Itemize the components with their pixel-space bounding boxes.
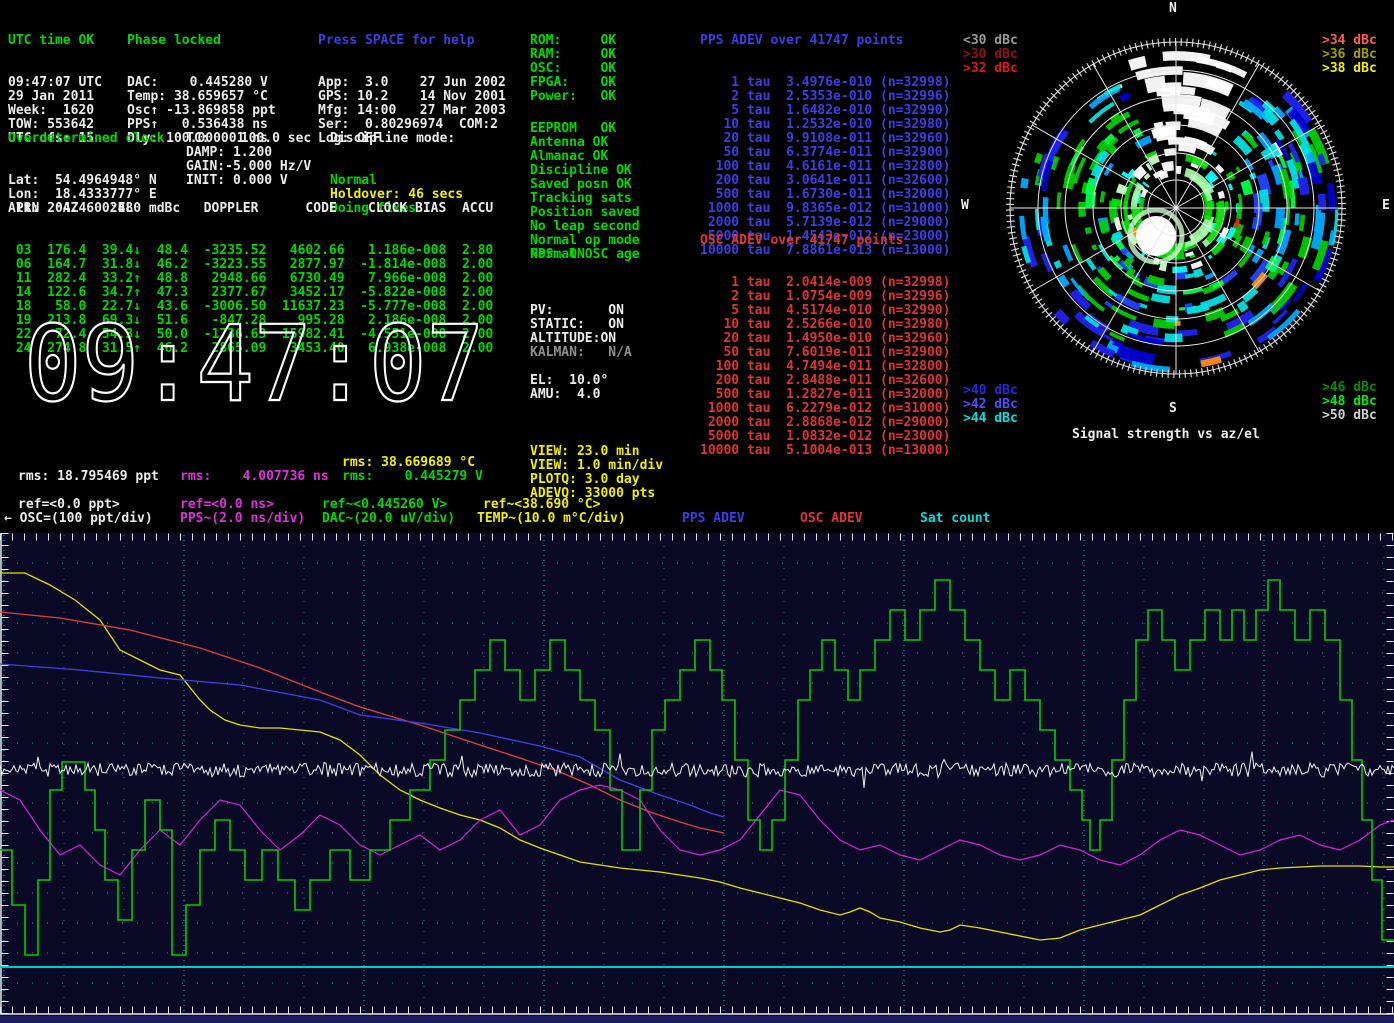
status-line: Almanac OK	[530, 150, 640, 164]
scale-osc: ← OSC=(100 ppt/div)	[4, 512, 153, 526]
pps-adev-row: 100 tau 4.6161e-011 (n=32800)	[700, 160, 950, 174]
osc-adev-row: 2000 tau 2.8868e-012 (n=29000)	[700, 416, 950, 430]
filter-line: ALTITUDE:ON	[530, 332, 632, 346]
osc-adev-table: OSC ADEV over 41747 points 1 tau 2.0414e…	[700, 206, 950, 486]
digital-clock: 09:47:07	[18, 303, 498, 418]
pps-adev-row: 20 tau 9.9108e-011 (n=32960)	[700, 132, 950, 146]
oscillator-param-line: DAMP: 1.200	[186, 146, 311, 160]
osc-adev-row: 5000 tau 1.0832e-012 (n=23000)	[700, 430, 950, 444]
view-line: VIEW: 23.0 min	[530, 445, 663, 459]
plot-legend-pps-adev: PPS ADEV	[682, 512, 745, 526]
osc-adev-row: 500 tau 1.2827e-011 (n=32000)	[700, 388, 950, 402]
utc-status-title: UTC time OK	[8, 34, 102, 48]
strip-chart-plot	[0, 533, 1394, 1023]
phase-title: Phase locked	[127, 34, 276, 48]
status-line: Saved posn OK	[530, 178, 640, 192]
osc-adev-row: 1 tau 2.0414e-009 (n=32998)	[700, 276, 950, 290]
view-line: VIEW: 1.0 min/div	[530, 459, 663, 473]
oscillator-param-line: GAIN:-5.000 Hz/V	[186, 160, 311, 174]
osc-adev-row: 200 tau 2.8488e-011 (n=32600)	[700, 374, 950, 388]
compass-label-west: W	[961, 199, 969, 213]
osc-adev-row: 10000 tau 5.1004e-013 (n=13000)	[700, 444, 950, 458]
osc-adev-row: 2 tau 1.0754e-009 (n=32996)	[700, 290, 950, 304]
scale-dac: DAC~(20.0 uV/div)	[322, 512, 455, 526]
filter-line: STATIC: ON	[530, 318, 632, 332]
sat-table-row: 11 282.4 33.2↑ 48.8 2948.66 6730.49 7.96…	[8, 272, 493, 286]
plot-legend-osc-adev: OSC ADEV	[800, 512, 863, 526]
phase-line: DAC: 0.445280 V	[127, 76, 276, 90]
rms-temp: rms: 38.669689 °C	[342, 456, 475, 470]
ref-pps: ref=<0.0 ns>	[180, 498, 274, 512]
status-line: EEPROM OK	[530, 122, 640, 136]
utc-status-line: 09:47:07 UTC	[8, 76, 102, 90]
osc-adev-row: 100 tau 4.7494e-011 (n=32800)	[700, 360, 950, 374]
sat-table-header: PRN °AZ °EL dBc DOPPLER CODE CLOCK BIAS …	[8, 202, 493, 216]
pps-adev-row: 200 tau 3.0641e-011 (n=32600)	[700, 174, 950, 188]
status-line: Tracking sats	[530, 192, 640, 206]
receiver-info-line: GPS: 10.2 14 Nov 2001	[318, 90, 506, 104]
status-line: Discipline OK	[530, 164, 640, 178]
signal-strength-polar-map	[978, 12, 1374, 408]
pps-adev-row: 50 tau 6.3774e-011 (n=32900)	[700, 146, 950, 160]
osc-adev-title: OSC ADEV over 41747 points	[700, 234, 950, 248]
rms-osc: rms: 18.795469 ppt	[18, 470, 159, 484]
status-line: Position saved	[530, 206, 640, 220]
pps-adev-row: 2 tau 2.5353e-010 (n=32996)	[700, 90, 950, 104]
dbc-legend-item: >44 dBc	[963, 412, 1018, 426]
survey-title: Overdetermined clock	[8, 132, 165, 146]
pps-status: PPS: ON	[530, 248, 585, 262]
osc-adev-row: 10 tau 2.5266e-010 (n=32980)	[700, 318, 950, 332]
pps-adev-row: 1 tau 3.4976e-010 (n=32998)	[700, 76, 950, 90]
health-line: RAM: OK	[530, 48, 616, 62]
mask-line: AMU: 4.0	[530, 388, 608, 402]
polar-caption: Signal strength vs az/el	[1072, 428, 1260, 442]
status-line: Antenna OK	[530, 136, 640, 150]
compass-label-east: E	[1382, 199, 1390, 213]
discipline-title: Discipline mode:	[330, 132, 463, 146]
lady-heather-screen: UTC time OK 09:47:07 UTC29 Jan 2011Week:…	[0, 0, 1394, 1023]
help-title: Press SPACE for help	[318, 34, 506, 48]
plot-legend-sat-count: Sat count	[920, 512, 990, 526]
phase-line: Temp: 38.659657 °C	[127, 90, 276, 104]
ref-osc: ref=<0.0 ppt>	[18, 498, 120, 512]
sat-table-row: 14 122.6 34.7↑ 47.3 2377.67 3452.17 -5.8…	[8, 286, 493, 300]
digital-clock-time: 09:47:07	[24, 303, 484, 418]
compass-label-north: N	[1169, 2, 1177, 16]
utc-status-line: 29 Jan 2011	[8, 90, 102, 104]
oscillator-param-line: TC: 100.0 sec	[186, 132, 311, 146]
pps-adev-row: 500 tau 1.6730e-011 (n=32000)	[700, 188, 950, 202]
view-line: PLOTQ: 3.0 day	[530, 473, 663, 487]
status-line: No leap second	[530, 220, 640, 234]
health-line: ROM: OK	[530, 34, 616, 48]
mask-line: EL: 10.0°	[530, 374, 608, 388]
sat-table-row: 06 164.7 31.8↓ 46.2 -3223.55 2877.97 -1.…	[8, 258, 493, 272]
osc-adev-row: 50 tau 7.6019e-011 (n=32900)	[700, 346, 950, 360]
sat-table-row: 03 176.4 39.4↓ 48.4 -3235.52 4602.66 1.1…	[8, 244, 493, 258]
health-line: OSC: OK	[530, 62, 616, 76]
osc-adev-row: 5 tau 4.5174e-010 (n=32990)	[700, 304, 950, 318]
pps-adev-title: PPS ADEV over 41747 points	[700, 34, 950, 48]
rms-dac: rms: 0.445279 V	[342, 470, 483, 484]
dbc-legend-item: >50 dBc	[1322, 409, 1377, 423]
rms-pps: rms: 4.007736 ns	[180, 470, 329, 484]
pps-adev-row: 5 tau 1.6482e-010 (n=32990)	[700, 104, 950, 118]
ref-dac: ref~<0.445260 V>	[322, 498, 447, 512]
health-line: FPGA: OK	[530, 76, 616, 90]
osc-adev-row: 1000 tau 6.2279e-012 (n=31000)	[700, 402, 950, 416]
compass-label-south: S	[1169, 402, 1177, 416]
scale-pps: PPS~(2.0 ns/div)	[180, 512, 305, 526]
osc-adev-row: 20 tau 1.4950e-010 (n=32960)	[700, 332, 950, 346]
ref-temp: ref~<38.690 °C>	[483, 498, 600, 512]
status-line: Normal op mode	[530, 234, 640, 248]
pps-adev-row: 10 tau 1.2532e-010 (n=32980)	[700, 118, 950, 132]
scale-temp: TEMP~(10.0 m°C/div)	[477, 512, 626, 526]
filter-line: PV: ON	[530, 304, 632, 318]
receiver-info-line: App: 3.0 27 Jun 2002	[318, 76, 506, 90]
